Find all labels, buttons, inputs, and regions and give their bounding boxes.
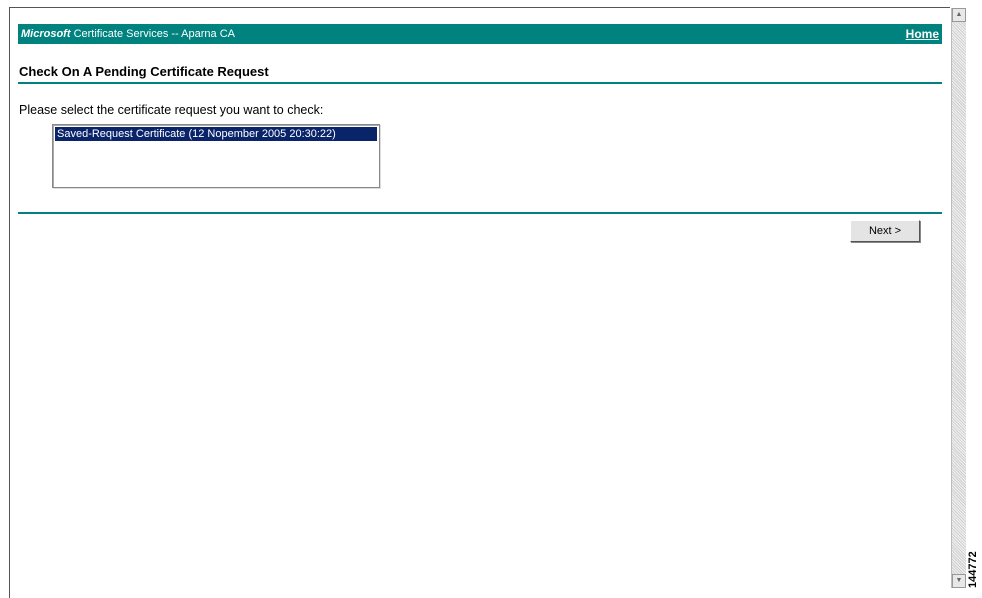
- title-divider: [18, 82, 942, 84]
- home-link[interactable]: Home: [906, 24, 939, 44]
- list-item[interactable]: Saved-Request Certificate (12 Nopember 2…: [55, 127, 377, 141]
- page-title: Check On A Pending Certificate Request: [19, 64, 269, 79]
- certificate-request-listbox[interactable]: Saved-Request Certificate (12 Nopember 2…: [52, 124, 380, 188]
- scroll-down-arrow-icon[interactable]: ▼: [952, 574, 966, 588]
- brand-microsoft: Microsoft: [21, 28, 71, 40]
- form-divider: [18, 212, 942, 214]
- brand-title: Microsoft Certificate Services -- Aparna…: [21, 24, 235, 44]
- vertical-scrollbar[interactable]: ▲ ▼: [951, 8, 966, 588]
- brand-service: Certificate Services: [73, 28, 169, 40]
- header-bar: Microsoft Certificate Services -- Aparna…: [18, 24, 942, 44]
- figure-id-label: 144772: [967, 551, 979, 588]
- scroll-up-arrow-icon[interactable]: ▲: [952, 8, 966, 22]
- brand-separator: --: [171, 28, 179, 40]
- next-button[interactable]: Next >: [850, 220, 920, 242]
- selection-prompt: Please select the certificate request yo…: [19, 103, 324, 117]
- brand-ca-name: Aparna CA: [181, 28, 235, 40]
- browser-content-frame: [9, 7, 950, 598]
